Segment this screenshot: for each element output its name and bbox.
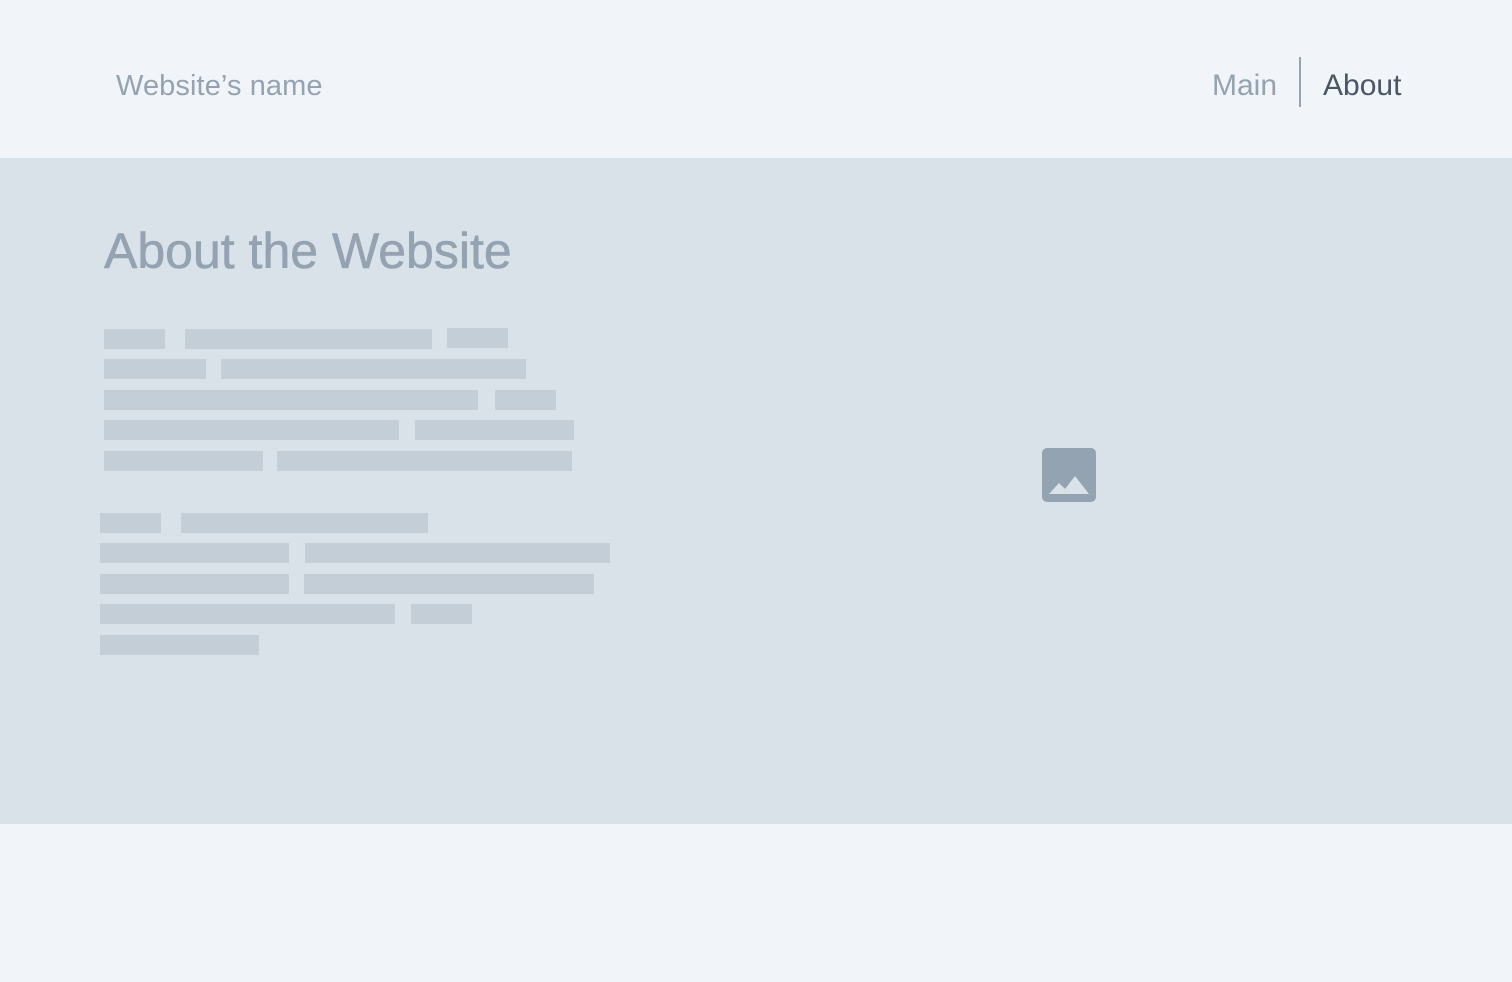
text-line-placeholder — [104, 420, 399, 440]
text-line-placeholder — [305, 543, 610, 563]
nav-divider — [1299, 57, 1301, 107]
text-line-placeholder — [104, 359, 206, 379]
text-line-placeholder — [415, 420, 574, 440]
nav-item-about[interactable]: About — [1323, 68, 1401, 104]
text-line-placeholder — [447, 328, 508, 348]
image-placeholder-icon — [1042, 448, 1096, 502]
text-line-placeholder — [104, 390, 478, 410]
page-title: About the Website — [104, 223, 512, 280]
text-line-placeholder — [495, 390, 556, 410]
text-line-placeholder — [104, 451, 263, 471]
text-line-placeholder — [411, 604, 472, 624]
page-footer — [0, 824, 1512, 982]
main-nav: Main About — [1190, 56, 1403, 108]
text-line-placeholder — [304, 574, 594, 594]
text-line-placeholder — [277, 451, 572, 471]
text-line-placeholder — [100, 604, 395, 624]
text-line-placeholder — [181, 513, 428, 533]
text-line-placeholder — [100, 574, 289, 594]
site-header: Website’s name Main About — [0, 0, 1512, 158]
site-name-link[interactable]: Website’s name — [116, 68, 323, 104]
nav-item-main[interactable]: Main — [1212, 68, 1277, 104]
about-hero: About the Website — [0, 158, 1512, 824]
text-line-placeholder — [185, 329, 432, 349]
text-line-placeholder — [221, 359, 526, 379]
text-line-placeholder — [100, 635, 259, 655]
text-line-placeholder — [100, 543, 289, 563]
text-line-placeholder — [104, 329, 165, 349]
text-line-placeholder — [100, 513, 161, 533]
